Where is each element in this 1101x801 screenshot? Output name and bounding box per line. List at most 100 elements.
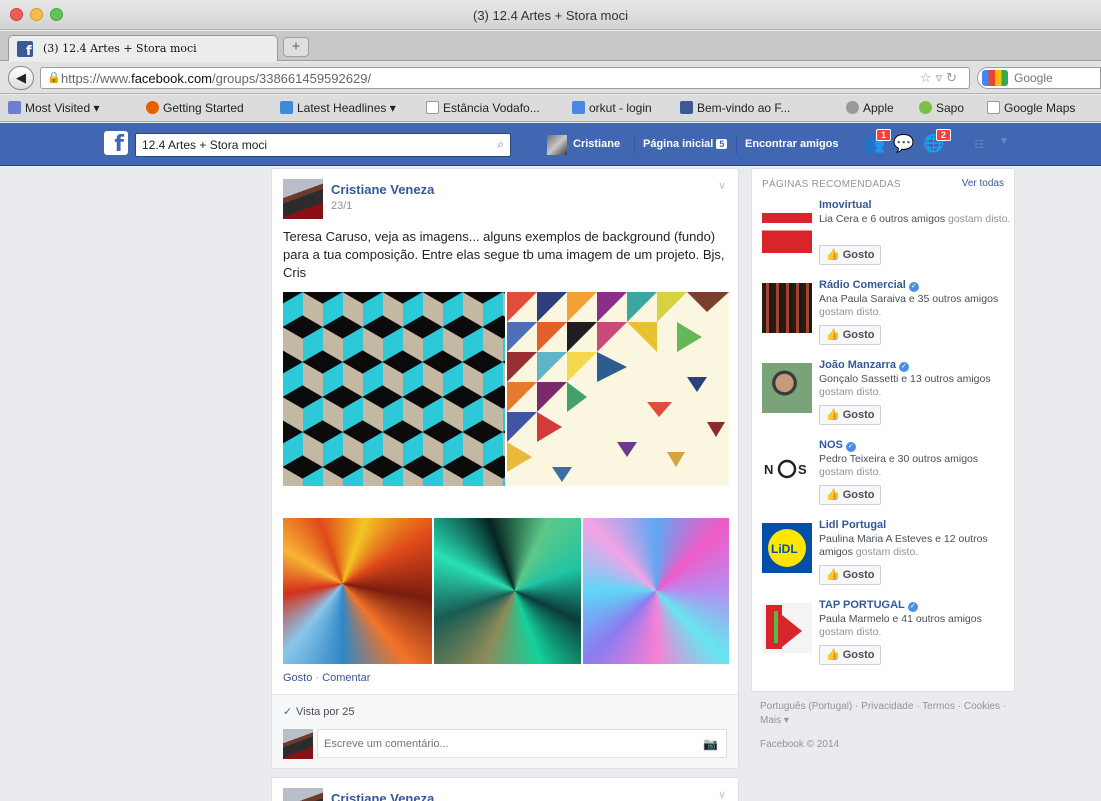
footer-cookies-link[interactable]: Cookies bbox=[964, 701, 1000, 712]
notifications-badge: 2 bbox=[936, 129, 952, 141]
post-photo-warm-polygons[interactable] bbox=[283, 518, 432, 664]
lidl-logo-thumbnail[interactable]: LiDL bbox=[762, 523, 812, 573]
browser-tab[interactable]: f (3) 12.4 Artes + Stora moci bbox=[8, 35, 278, 61]
svg-text:LiDL: LiDL bbox=[771, 542, 798, 556]
recommended-page-item: João Manzarra ✓ Gonçalo Sassetti e 13 out… bbox=[762, 359, 1012, 439]
bookmark-star-icon[interactable]: ☆▿↻ bbox=[920, 70, 961, 86]
thumbs-up-icon: 👍 bbox=[826, 409, 840, 421]
photo-gap-filler bbox=[283, 486, 729, 518]
verified-badge-icon: ✓ bbox=[899, 362, 910, 372]
thumbs-up-icon: 👍 bbox=[826, 569, 840, 581]
recommended-pages-title: PÁGINAS RECOMENDADAS bbox=[762, 179, 901, 190]
tab-title: (3) 12.4 Artes + Stora moci bbox=[43, 42, 197, 55]
joao-manzarra-thumbnail[interactable] bbox=[762, 363, 812, 413]
post-photo-pastel-polygons[interactable] bbox=[583, 518, 729, 664]
page-name-link[interactable]: NOS ✓ bbox=[819, 439, 856, 452]
like-page-button[interactable]: 👍 Gosto bbox=[819, 565, 882, 585]
privacy-shortcuts-icon[interactable]: ☷ bbox=[974, 138, 984, 151]
author-avatar[interactable] bbox=[283, 179, 323, 219]
recommended-page-item: N S NOS ✓ Pedro Teixeira e 30 outros amig… bbox=[762, 439, 1012, 519]
lidl-logo-icon: LiDL bbox=[768, 529, 806, 567]
page-name-link[interactable]: Imovirtual bbox=[819, 199, 872, 211]
messages-icon[interactable]: 💬 bbox=[893, 134, 914, 154]
bookmark-latest-headlines[interactable]: Latest Headlines ▾ bbox=[280, 101, 396, 115]
recommended-page-item: LiDL Lidl Portugal Paulina Maria A Estev… bbox=[762, 519, 1012, 599]
like-page-button[interactable]: 👍 Gosto bbox=[819, 325, 882, 345]
page-name-link[interactable]: Lidl Portugal bbox=[819, 519, 886, 531]
nos-logo-thumbnail[interactable]: N S bbox=[762, 443, 812, 493]
triangle-pattern-graphic bbox=[507, 292, 729, 482]
footer-language-link[interactable]: Português (Portugal) bbox=[760, 701, 852, 712]
page-social-context: Pedro Teixeira e 30 outros amigos gostam… bbox=[819, 453, 979, 478]
thumbs-up-icon: 👍 bbox=[826, 489, 840, 501]
recommended-page-item: Rádio Comercial ✓ Ana Paula Saraiva e 35 … bbox=[762, 279, 1012, 359]
bookmark-sapo[interactable]: Sapo bbox=[919, 101, 964, 115]
footer-more-link[interactable]: Mais ▾ bbox=[760, 715, 789, 726]
find-friends-link[interactable]: Encontrar amigos bbox=[745, 138, 839, 150]
search-icon[interactable]: ⌕ bbox=[497, 137, 504, 152]
post-author-link[interactable]: Cristiane Veneza bbox=[331, 182, 434, 197]
page-name-link[interactable]: Rádio Comercial ✓ bbox=[819, 279, 919, 292]
bookmark-bem-vindo-facebook[interactable]: Bem-vindo ao F... bbox=[680, 101, 790, 115]
home-link[interactable]: Página inicial 5 bbox=[643, 138, 728, 150]
post-options-chevron-down-icon[interactable]: ∨ bbox=[718, 788, 726, 801]
nos-logo-icon: N S bbox=[764, 459, 807, 479]
search-engine-label: Google bbox=[1014, 71, 1053, 85]
friend-requests-badge: 1 bbox=[876, 129, 892, 141]
bookmark-estancia-vodafone[interactable]: Estância Vodafo... bbox=[426, 101, 540, 115]
footer-terms-link[interactable]: Termos bbox=[922, 701, 955, 712]
tap-portugal-thumbnail[interactable] bbox=[762, 603, 812, 653]
url-bar[interactable]: 🔒 https://www.facebook.com/groups/338661… bbox=[40, 67, 970, 89]
tab-bar: f (3) 12.4 Artes + Stora moci + bbox=[0, 31, 1101, 61]
like-page-button[interactable]: 👍 Gosto bbox=[819, 645, 882, 665]
web-search-box[interactable]: Google bbox=[977, 67, 1101, 89]
facebook-icon bbox=[680, 101, 693, 114]
google-icon[interactable] bbox=[982, 70, 1008, 86]
post-options-chevron-down-icon[interactable]: ∨ bbox=[718, 179, 726, 192]
post-timestamp[interactable]: 23/1 bbox=[331, 200, 352, 212]
footer-privacy-link[interactable]: Privacidade bbox=[861, 701, 913, 712]
facebook-search: ⌕ bbox=[135, 133, 511, 157]
bookmark-most-visited[interactable]: Most Visited ▾ bbox=[8, 101, 100, 115]
seen-by-count[interactable]: Vista por 25 bbox=[296, 706, 355, 718]
profile-link[interactable]: Cristiane bbox=[573, 138, 620, 150]
like-page-button[interactable]: 👍 Gosto bbox=[819, 485, 882, 505]
comment-input[interactable] bbox=[318, 730, 693, 757]
tap-logo-icon bbox=[762, 603, 812, 653]
comment-box: 📷 bbox=[317, 729, 727, 758]
radio-comercial-thumbnail[interactable] bbox=[762, 283, 812, 333]
post-photo-triangles[interactable] bbox=[507, 292, 729, 486]
post-photo-cubes[interactable] bbox=[283, 292, 505, 486]
post-author-link[interactable]: Cristiane Veneza bbox=[331, 791, 434, 801]
account-settings-caret-icon[interactable]: ▼ bbox=[999, 136, 1009, 147]
user-avatar[interactable] bbox=[547, 135, 567, 155]
page-name-link[interactable]: João Manzarra ✓ bbox=[819, 359, 910, 372]
author-avatar[interactable] bbox=[283, 788, 323, 801]
comment-link[interactable]: Comentar bbox=[322, 672, 370, 684]
camera-icon[interactable]: 📷 bbox=[703, 737, 718, 751]
bookmark-orkut-login[interactable]: orkut - login bbox=[572, 101, 652, 115]
bookmarks-toolbar: Most Visited ▾ Getting Started Latest He… bbox=[0, 95, 1101, 122]
page-name-link[interactable]: TAP PORTUGAL ✓ bbox=[819, 599, 918, 612]
verified-badge-icon: ✓ bbox=[907, 602, 918, 612]
navigation-toolbar: ◀ 🔒 https://www.facebook.com/groups/3386… bbox=[0, 62, 1101, 94]
like-link[interactable]: Gosto bbox=[283, 672, 312, 684]
see-all-link[interactable]: Ver todas bbox=[962, 178, 1004, 189]
new-tab-button[interactable]: + bbox=[283, 37, 309, 57]
bookmark-google-maps[interactable]: Google Maps bbox=[987, 101, 1075, 115]
post-photo-green-polygons[interactable] bbox=[434, 518, 581, 664]
facebook-search-input[interactable] bbox=[136, 134, 481, 156]
rss-icon bbox=[280, 101, 293, 114]
thumbs-up-icon: 👍 bbox=[826, 649, 840, 661]
back-button[interactable]: ◀ bbox=[8, 66, 34, 90]
checkmark-icon: ✓ bbox=[283, 706, 293, 718]
sapo-icon bbox=[919, 101, 932, 114]
page-social-context: Ana Paula Saraiva e 35 outros amigos gos… bbox=[819, 293, 999, 318]
like-page-button[interactable]: 👍 Gosto bbox=[819, 405, 882, 425]
bookmark-apple[interactable]: Apple bbox=[846, 101, 894, 115]
like-page-button[interactable]: 👍 Gosto bbox=[819, 245, 882, 265]
bookmark-getting-started[interactable]: Getting Started bbox=[146, 101, 244, 115]
facebook-logo-icon[interactable]: f bbox=[104, 131, 128, 155]
imovirtual-thumbnail[interactable] bbox=[762, 203, 812, 253]
page-footer: Português (Portugal) · Privacidade · Ter… bbox=[760, 701, 1007, 726]
